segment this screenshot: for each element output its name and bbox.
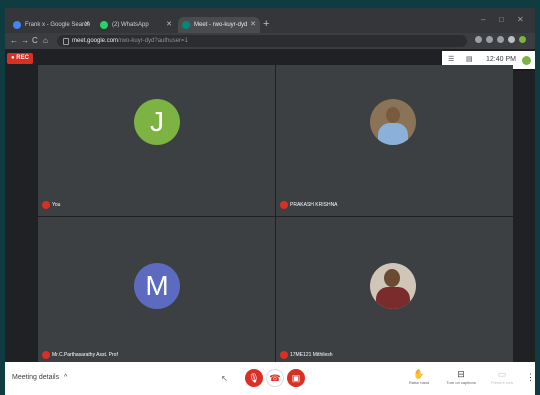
tab-whatsapp[interactable]: (2) WhatsApp ✕ (96, 17, 176, 33)
maximize-button[interactable]: □ (499, 15, 504, 24)
tab-label: (2) WhatsApp (112, 22, 149, 28)
avatar: J (134, 99, 180, 145)
captions-label: Turn on captions (446, 380, 476, 385)
tab-google-search[interactable]: Frank x - Google Search ✕ (9, 17, 94, 33)
present-now-label: Present now (490, 380, 514, 385)
profile-avatar[interactable] (519, 36, 526, 43)
participant-name: Mr.C.Parthasarathy Asst. Prof (42, 351, 118, 359)
phone-hangup-icon: ☎ (269, 373, 281, 383)
key-icon[interactable] (475, 36, 482, 43)
captions-button[interactable]: ⊟ Turn on captions (443, 368, 479, 385)
meet-bottom-bar: Meeting details ^ ↖ 🎙 ☎ ▣ ✋ Raise hand ⊟… (5, 362, 535, 395)
participant-name-label: Mr.C.Parthasarathy Asst. Prof (52, 352, 118, 358)
raise-hand-label: Raise hand (408, 380, 430, 385)
participant-name-label: PRAKASH KRISHNA (290, 202, 338, 208)
participant-name: PRAKASH KRISHNA (280, 201, 338, 209)
participant-name: 17ME121 Mithilesh (280, 351, 333, 359)
participant-name: You (42, 201, 60, 209)
lock-icon (63, 38, 69, 45)
whatsapp-icon (100, 21, 108, 29)
present-now-button[interactable]: ▭ Present now (487, 368, 517, 385)
mic-toggle-button[interactable]: 🎙 (245, 369, 263, 387)
participant-tile-prakash[interactable]: PRAKASH KRISHNA (276, 65, 513, 216)
reload-button[interactable]: C (32, 35, 38, 47)
more-options-icon[interactable]: ⋮ (526, 372, 535, 383)
close-icon[interactable]: ✕ (166, 17, 172, 33)
cursor-icon: ↖ (221, 374, 228, 383)
browser-window: Frank x - Google Search ✕ (2) WhatsApp ✕… (5, 8, 535, 395)
avatar: M (134, 263, 180, 309)
chevron-up-icon: ^ (64, 374, 68, 381)
photo-face (384, 269, 400, 287)
close-window-button[interactable]: ✕ (517, 15, 524, 24)
photo-face (386, 107, 400, 123)
hand-icon: ✋ (413, 369, 425, 379)
zoom-icon[interactable] (486, 36, 493, 43)
meet-stage: ● REC ☰ ▤ 12:40 PM J You PRAKASH KRISHNA (5, 49, 535, 362)
url-path: /rwo-kuyr-dyd?authuser=1 (118, 38, 188, 44)
google-icon (13, 21, 21, 29)
forward-button[interactable]: → (21, 35, 29, 47)
photo-shirt (378, 123, 408, 145)
mic-off-icon (42, 201, 50, 209)
camera-toggle-button[interactable]: ▣ (287, 369, 305, 387)
back-button[interactable]: ← (10, 35, 18, 47)
address-bar: ← → C ⌂ meet.google.com/rwo-kuyr-dyd?aut… (5, 33, 535, 49)
minimize-button[interactable]: – (481, 15, 485, 24)
bookmark-star-icon[interactable] (497, 36, 504, 43)
camera-off-icon: ▣ (291, 373, 301, 383)
captions-icon: ⊟ (457, 369, 465, 379)
mic-off-icon (42, 351, 50, 359)
tab-meet[interactable]: Meet - rwo-kuyr-dyd ✕ (178, 17, 260, 33)
new-tab-button[interactable]: + (263, 17, 269, 31)
mic-off-icon: 🎙 (248, 373, 260, 383)
photo-shirt (376, 287, 410, 309)
meeting-details-label: Meeting details (12, 374, 60, 381)
participant-name-label: You (52, 202, 61, 208)
user-avatar[interactable] (522, 56, 531, 65)
url-field[interactable]: meet.google.com/rwo-kuyr-dyd?authuser=1 (57, 35, 467, 47)
leave-call-button[interactable]: ☎ (266, 369, 284, 387)
tab-label: Meet - rwo-kuyr-dyd (194, 22, 248, 28)
meet-icon (182, 21, 190, 29)
participant-tile-parthasarathy[interactable]: M Mr.C.Parthasarathy Asst. Prof (38, 217, 275, 362)
close-icon[interactable]: ✕ (84, 17, 90, 33)
url-domain: meet.google.com (72, 38, 119, 44)
tab-strip: Frank x - Google Search ✕ (2) WhatsApp ✕… (5, 8, 535, 33)
mic-off-icon (280, 201, 288, 209)
mic-off-icon (280, 351, 288, 359)
url-text: meet.google.com/rwo-kuyr-dyd?authuser=1 (72, 35, 188, 47)
profile-photo (370, 263, 416, 309)
tab-label: Frank x - Google Search (25, 22, 91, 28)
meeting-details-button[interactable]: Meeting details ^ (12, 374, 67, 381)
profile-photo (370, 99, 416, 145)
extensions-icon[interactable] (508, 36, 515, 43)
close-icon[interactable]: ✕ (250, 17, 256, 33)
recording-badge: ● REC (7, 53, 33, 64)
participant-name-label: 17ME121 Mithilesh (290, 352, 333, 358)
raise-hand-button[interactable]: ✋ Raise hand (404, 368, 434, 385)
home-button[interactable]: ⌂ (43, 35, 48, 47)
participant-tile-you[interactable]: J You (38, 65, 275, 216)
present-icon: ▭ (497, 369, 507, 379)
participant-tile-mithilesh[interactable]: 17ME121 Mithilesh (276, 217, 513, 362)
